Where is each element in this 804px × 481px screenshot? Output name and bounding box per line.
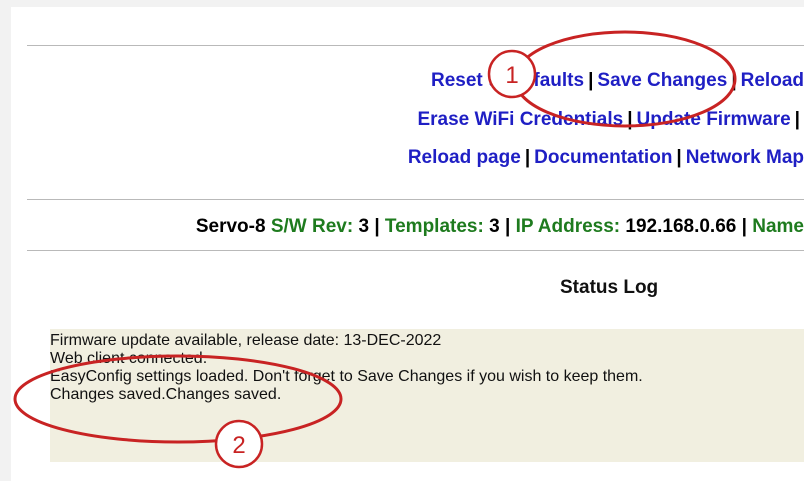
info-separator: | — [504, 216, 511, 237]
name-label: Name — [752, 216, 804, 237]
config-page: Reset to defaults | Save Changes | Reload Er… — [11, 7, 804, 481]
save-changes-link[interactable]: Save Changes — [597, 70, 727, 91]
erase-wifi-credentials-link[interactable]: Erase WiFi Credentials — [417, 109, 623, 130]
log-line: Changes saved.Changes saved. — [50, 386, 282, 403]
status-log-title: Status Log — [560, 277, 659, 298]
sw-rev-value: 3 — [358, 216, 370, 237]
reload-page-link[interactable]: Reload page — [408, 147, 521, 168]
nav-separator: | — [588, 70, 594, 91]
divider-info — [27, 250, 804, 251]
reset-to-defaults-link[interactable]: Reset to defaults — [431, 70, 584, 91]
nav-separator: | — [676, 147, 682, 168]
info-separator: | — [741, 216, 747, 237]
nav-row-3: Reload page | Documentation | Network Map — [408, 147, 804, 169]
info-separator: | — [374, 216, 380, 237]
templates-label: Templates: — [384, 216, 484, 237]
nav-row-2: Erase WiFi Credentials | Update Firmware | — [417, 109, 804, 131]
log-line: Web client connected. — [50, 350, 208, 367]
device-info-bar: Servo-8 S/W Rev: 3 | Templates: 3 | IP A… — [196, 216, 804, 238]
reload-link[interactable]: Reload — [741, 70, 804, 91]
nav-separator: | — [794, 109, 800, 130]
templates-value: 3 — [489, 216, 500, 237]
divider-nav — [27, 199, 804, 200]
documentation-link[interactable]: Documentation — [534, 147, 672, 168]
ip-address-label: IP Address: — [515, 216, 621, 237]
nav-separator: | — [731, 70, 737, 91]
ip-address-value: 192.168.0.66 — [625, 216, 737, 237]
sw-rev-label: S/W Rev: — [270, 216, 354, 237]
update-firmware-link[interactable]: Update Firmware — [637, 109, 791, 130]
device-name: Servo-8 — [195, 216, 266, 237]
log-line: Firmware update available, release date:… — [50, 332, 442, 349]
divider-top — [27, 45, 804, 46]
nav-separator: | — [524, 147, 531, 168]
nav-separator: | — [627, 109, 633, 130]
network-map-link[interactable]: Network Map — [686, 147, 804, 168]
status-log-box: Firmware update available, release date:… — [50, 329, 804, 462]
nav-row-1: Reset to defaults | Save Changes | Reload — [431, 70, 804, 92]
log-line: EasyConfig settings loaded. Don't forget… — [50, 368, 643, 385]
